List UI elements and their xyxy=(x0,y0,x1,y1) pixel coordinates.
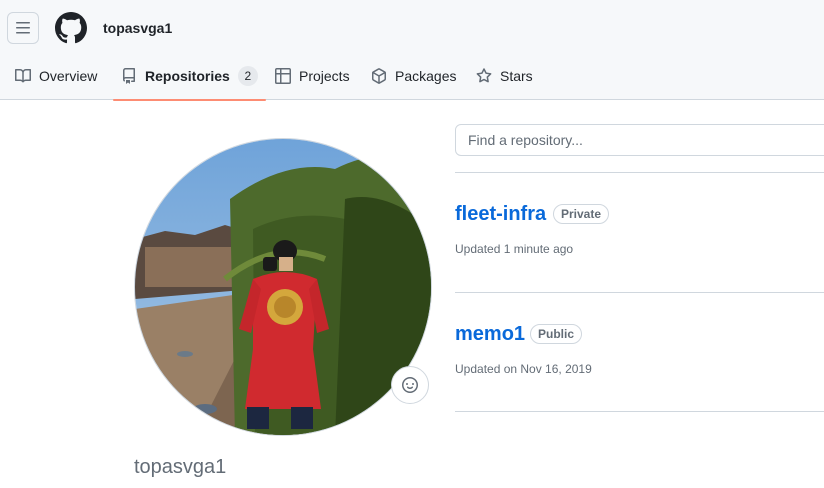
repo-updated-text: Updated on Nov 16, 2019 xyxy=(455,362,592,376)
tab-packages-label: Packages xyxy=(395,68,457,84)
package-icon xyxy=(372,68,386,84)
avatar-photo xyxy=(135,139,431,435)
menu-button[interactable] xyxy=(7,12,39,44)
repo-list-divider xyxy=(455,292,824,293)
repo-link-fleet-infra[interactable]: fleet-infra xyxy=(455,202,546,226)
tab-stars-label: Stars xyxy=(500,68,533,84)
tab-packages[interactable]: Packages xyxy=(371,52,456,100)
table-icon xyxy=(275,68,291,84)
profile-avatar[interactable] xyxy=(134,138,432,436)
github-logo-icon[interactable] xyxy=(55,12,87,44)
star-icon xyxy=(476,68,492,83)
repo-icon xyxy=(123,68,135,84)
tab-projects-label: Projects xyxy=(299,68,350,84)
repositories-count-badge: 2 xyxy=(237,66,258,86)
profile-header: topasvga1 Overview Repositories 2 Projec… xyxy=(0,0,824,101)
repo-link-memo1[interactable]: memo1 xyxy=(455,322,525,346)
repo-list-divider xyxy=(455,172,824,173)
tab-projects[interactable]: Projects xyxy=(275,52,350,100)
visibility-badge: Private xyxy=(553,204,610,224)
tab-overview[interactable]: Overview xyxy=(15,52,97,100)
set-status-button[interactable] xyxy=(391,366,429,404)
tab-repositories-label: Repositories xyxy=(145,68,230,84)
visibility-badge: Public xyxy=(530,324,583,344)
tab-stars[interactable]: Stars xyxy=(476,52,533,100)
profile-username: topasvga1 xyxy=(134,456,227,478)
repo-list-divider xyxy=(455,411,824,412)
tab-overview-label: Overview xyxy=(39,68,98,84)
smiley-icon xyxy=(402,377,418,393)
header-username[interactable]: topasvga1 xyxy=(103,19,172,37)
repo-updated-text: Updated 1 minute ago xyxy=(455,242,574,256)
hamburger-menu-icon xyxy=(16,22,30,34)
tab-repositories[interactable]: Repositories 2 xyxy=(113,52,266,101)
profile-tabs: Overview Repositories 2 Projects Package… xyxy=(0,52,824,101)
find-repository-input[interactable] xyxy=(455,124,824,156)
book-icon xyxy=(15,68,31,83)
